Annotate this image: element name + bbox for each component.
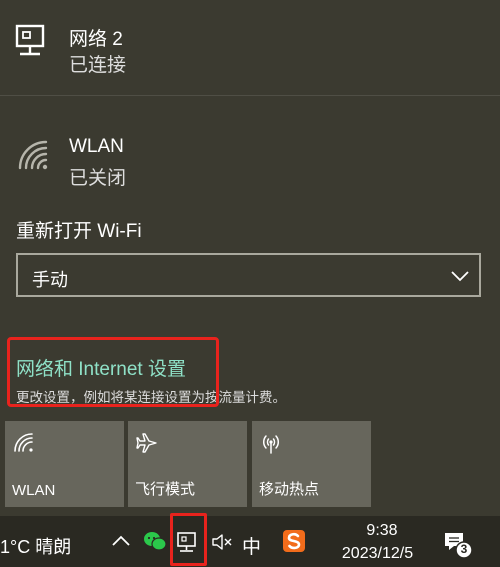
notification-icon xyxy=(445,533,473,559)
taskbar: 1°C 晴朗 中 9:38 2023/12/5 3 xyxy=(0,516,500,567)
quick-action-mobile-hotspot[interactable]: 移动热点 xyxy=(252,421,371,507)
hotspot-icon xyxy=(262,435,280,454)
notification-center-button[interactable]: 3 xyxy=(442,530,474,560)
chevron-up-icon[interactable] xyxy=(111,533,131,549)
network-item-ethernet[interactable]: 网络 2 已连接 xyxy=(0,0,500,95)
network-name: 网络 2 xyxy=(69,29,123,50)
tile-label: 飞行模式 xyxy=(135,481,196,498)
quick-action-wlan[interactable]: WLAN xyxy=(5,421,124,507)
highlight-annotation xyxy=(170,513,207,566)
highlight-annotation xyxy=(7,337,219,407)
weather-widget[interactable]: 1°C 晴朗 xyxy=(0,533,71,559)
wifi-icon xyxy=(18,140,48,170)
notification-count-badge: 3 xyxy=(460,542,468,556)
wifi-reenable-dropdown[interactable]: 手动 xyxy=(16,253,481,297)
ethernet-icon xyxy=(15,24,45,56)
wechat-icon[interactable] xyxy=(143,530,167,552)
quick-action-airplane-mode[interactable]: 飞行模式 xyxy=(128,421,247,507)
clock-date[interactable]: 2023/12/5 xyxy=(330,545,425,563)
network-flyout: 网络 2 已连接 WLAN 已关闭 重新打开 Wi-Fi 手动 网络和 Inte… xyxy=(0,0,500,516)
chevron-down-icon xyxy=(451,271,469,282)
network-item-wlan[interactable]: WLAN 已关闭 xyxy=(0,96,500,196)
wifi-icon xyxy=(14,433,33,452)
tile-label: WLAN xyxy=(12,482,56,499)
dropdown-value: 手动 xyxy=(32,270,68,290)
tile-label: 移动热点 xyxy=(259,481,320,498)
airplane-icon xyxy=(136,433,157,453)
input-method-indicator[interactable]: 中 xyxy=(242,532,261,559)
network-status: 已连接 xyxy=(69,55,127,76)
network-status: 已关闭 xyxy=(69,168,127,189)
volume-muted-icon[interactable] xyxy=(210,530,234,554)
network-name: WLAN xyxy=(69,136,124,157)
clock-time[interactable]: 9:38 xyxy=(352,522,412,540)
wifi-reenable-label: 重新打开 Wi-Fi xyxy=(16,221,142,242)
sogou-ime-icon[interactable] xyxy=(282,529,306,553)
